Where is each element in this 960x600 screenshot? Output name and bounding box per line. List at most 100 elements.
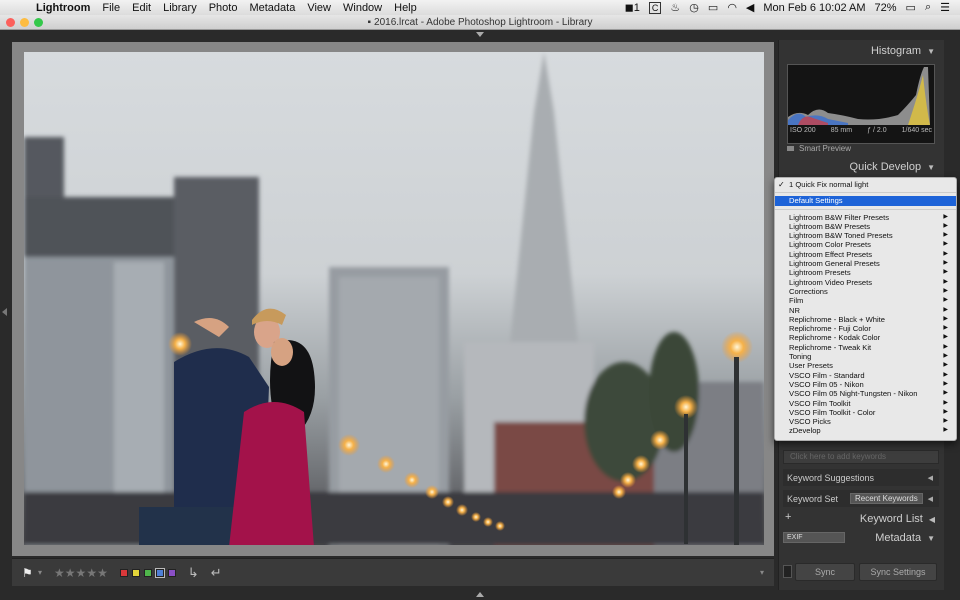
library-toolbar: ⚑ ▾ ★★★★★ ↳ ↵ ▾ [12, 558, 774, 586]
menu-file[interactable]: File [96, 2, 126, 14]
preset-folder-item[interactable]: Lightroom B&W Filter Presets ▶ [775, 213, 956, 222]
menu-app-name[interactable]: Lightroom [30, 2, 96, 14]
aperture-value: ƒ / 2.0 [867, 127, 887, 134]
smart-preview-status[interactable]: Smart Preview [787, 144, 935, 153]
sync-button[interactable]: Sync [795, 563, 855, 581]
status-c-icon[interactable]: C [648, 1, 662, 14]
preset-menu-item-default-settings[interactable]: Default Settings [775, 196, 956, 206]
spotlight-search-icon[interactable]: ⌕ [925, 1, 931, 14]
histogram-header[interactable]: Histogram ▼ [779, 42, 945, 60]
preset-folder-item[interactable]: Replichrome - Kodak Color ▶ [775, 333, 956, 342]
airplay-icon[interactable]: ▭ [708, 1, 718, 14]
main-photo[interactable] [24, 52, 764, 545]
close-window-button[interactable] [6, 18, 15, 27]
color-label-red[interactable] [119, 568, 128, 577]
collapse-triangle-icon[interactable]: ▼ [927, 163, 935, 172]
menu-photo[interactable]: Photo [203, 2, 244, 14]
star-icon[interactable]: ★ [97, 566, 108, 580]
window-controls [6, 18, 43, 27]
menu-help[interactable]: Help [388, 2, 423, 14]
flag-menu-chevron-icon[interactable]: ▾ [38, 568, 42, 577]
toolbar-menu-chevron-icon[interactable]: ▾ [760, 568, 764, 577]
preset-folder-item[interactable]: NR ▶ [775, 306, 956, 315]
metadata-label: Metadata [875, 532, 922, 544]
preset-folder-item[interactable]: Lightroom B&W Toned Presets ▶ [775, 231, 956, 240]
color-label-purple[interactable] [167, 568, 176, 577]
star-icon[interactable]: ★ [76, 566, 87, 580]
keyword-list-header[interactable]: Keyword List ◀ [779, 510, 945, 528]
wifi-icon[interactable]: ◠ [727, 1, 737, 14]
notification-center-icon[interactable]: ☰ [940, 1, 950, 14]
volume-icon[interactable]: ◀︎ [746, 1, 754, 14]
preset-folder-item[interactable]: VSCO Film Toolkit - Color ▶ [775, 408, 956, 417]
preset-folder-item[interactable]: Film ▶ [775, 296, 956, 305]
triangle-right-icon: ▶ [943, 306, 948, 313]
minimize-window-button[interactable] [20, 18, 29, 27]
menu-window[interactable]: Window [337, 2, 388, 14]
preset-folder-item[interactable]: Replichrome - Tweak Kit ▶ [775, 343, 956, 352]
window-title: 2016.lrcat - Adobe Photoshop Lightroom -… [374, 16, 593, 28]
preset-folder-item[interactable]: zDevelop ▶ [775, 426, 956, 435]
preset-folder-item[interactable]: Replichrome - Fuji Color ▶ [775, 324, 956, 333]
triangle-right-icon: ▶ [943, 427, 948, 434]
preset-folder-list: Lightroom B&W Filter Presets ▶ Lightroom B… [775, 213, 956, 436]
star-icon[interactable]: ★ [86, 566, 97, 580]
menu-library[interactable]: Library [157, 2, 203, 14]
preset-folder-item[interactable]: Lightroom General Presets ▶ [775, 259, 956, 268]
preset-folder-item[interactable]: VSCO Film - Standard ▶ [775, 371, 956, 380]
triangle-right-icon: ▶ [943, 232, 948, 239]
triangle-right-icon: ▶ [943, 325, 948, 332]
preset-folder-item[interactable]: Lightroom Effect Presets ▶ [775, 250, 956, 259]
preset-folder-item[interactable]: Lightroom Color Presets ▶ [775, 240, 956, 249]
preset-folder-item[interactable]: VSCO Picks ▶ [775, 417, 956, 426]
triangle-right-icon: ▶ [943, 334, 948, 341]
preset-folder-item[interactable]: VSCO Film 05 Night-Tungsten - Nikon ▶ [775, 389, 956, 398]
expand-triangle-icon[interactable]: ◀ [929, 515, 935, 524]
keyword-input[interactable]: Click here to add keywords [783, 450, 939, 464]
expand-triangle-icon[interactable]: ◀ [928, 474, 933, 482]
flame-icon[interactable]: ♨ [670, 1, 680, 14]
rotate-right-icon[interactable]: ↵ [211, 565, 222, 581]
top-panel-toggle-icon[interactable] [476, 32, 484, 37]
clock-text[interactable]: Mon Feb 6 10:02 AM [763, 2, 865, 14]
star-icon[interactable]: ★ [65, 566, 76, 580]
color-label-green[interactable] [143, 568, 152, 577]
keyword-set-select[interactable]: Recent Keywords [850, 493, 923, 504]
menu-edit[interactable]: Edit [126, 2, 157, 14]
preset-folder-item[interactable]: User Presets ▶ [775, 361, 956, 370]
preset-folder-item[interactable]: Toning ▶ [775, 352, 956, 361]
left-panel-toggle-icon[interactable] [2, 308, 7, 316]
timemachine-icon[interactable]: ◷ [689, 1, 699, 14]
metadata-header[interactable]: Metadata ▼ [779, 529, 945, 547]
preset-folder-item[interactable]: Corrections ▶ [775, 287, 956, 296]
collapse-triangle-icon[interactable]: ▼ [927, 534, 935, 543]
auto-sync-switch[interactable] [783, 565, 792, 578]
star-icon[interactable]: ★ [54, 566, 65, 580]
star-rating[interactable]: ★★★★★ [54, 566, 108, 580]
preset-menu-item-current[interactable]: 1 Quick Fix normal light [775, 180, 956, 190]
preset-folder-item[interactable]: Lightroom Presets ▶ [775, 268, 956, 277]
color-label-yellow[interactable] [131, 568, 140, 577]
flag-icon[interactable]: ⚑ [22, 567, 34, 579]
keyword-set-row: Keyword Set Recent Keywords ◀ [783, 490, 939, 507]
menu-view[interactable]: View [301, 2, 337, 14]
color-label-blue[interactable] [154, 567, 165, 578]
window-titlebar: ▪ 2016.lrcat - Adobe Photoshop Lightroom… [0, 15, 960, 30]
preset-folder-item[interactable]: VSCO Film Toolkit ▶ [775, 399, 956, 408]
preset-folder-item[interactable]: Replichrome - Black + White ▶ [775, 315, 956, 324]
notification-count-icon[interactable]: ◼1 [625, 1, 640, 14]
collapse-triangle-icon[interactable]: ▼ [927, 47, 935, 56]
menu-metadata[interactable]: Metadata [243, 2, 301, 14]
battery-percent[interactable]: 72% [875, 2, 897, 14]
preset-folder-item[interactable]: VSCO Film 05 - Nikon ▶ [775, 380, 956, 389]
preset-folder-item[interactable]: Lightroom B&W Presets ▶ [775, 222, 956, 231]
rotate-left-icon[interactable]: ↳ [188, 565, 199, 581]
sync-settings-button[interactable]: Sync Settings [859, 563, 937, 581]
battery-icon[interactable]: ▭ [906, 1, 916, 14]
quick-develop-header[interactable]: Quick Develop ▼ [779, 158, 945, 176]
keyword-suggestions-row[interactable]: Keyword Suggestions ◀ [783, 469, 939, 486]
preset-folder-item[interactable]: Lightroom Video Presets ▶ [775, 278, 956, 287]
filmstrip-toggle-icon[interactable] [476, 592, 484, 597]
zoom-window-button[interactable] [34, 18, 43, 27]
expand-triangle-icon[interactable]: ◀ [928, 495, 933, 503]
